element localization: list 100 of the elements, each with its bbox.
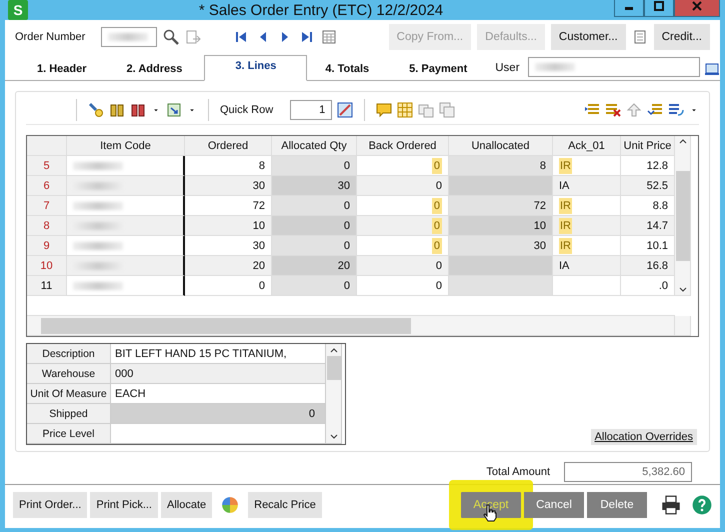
field-label: Warehouse xyxy=(27,364,111,384)
table-cell: 20 xyxy=(272,256,357,276)
scrollbar-thumb[interactable] xyxy=(676,170,690,260)
field-label: User xyxy=(495,62,520,74)
row-number: 10 xyxy=(27,256,67,276)
table-cell: 0 xyxy=(272,156,357,176)
column-header[interactable]: Ordered xyxy=(185,136,272,156)
scrollbar-thumb[interactable] xyxy=(326,356,340,380)
move-down-icon[interactable] xyxy=(647,102,663,118)
table-cell: 0 xyxy=(272,236,357,256)
column-header[interactable]: Back Ordered xyxy=(357,136,449,156)
table-cell: IR xyxy=(553,216,621,236)
field-label: Description xyxy=(27,344,111,364)
copy-icon[interactable] xyxy=(418,102,434,118)
move-up-icon[interactable] xyxy=(626,102,642,118)
action-button[interactable]: Cancel xyxy=(524,492,584,518)
field-label: Price Level xyxy=(27,424,111,444)
scrollbar-thumb[interactable] xyxy=(41,318,411,334)
app-logo: S xyxy=(8,0,28,20)
column-header[interactable]: Unallocated xyxy=(449,136,553,156)
table-cell: 30 xyxy=(185,176,272,196)
table-cell: 20 xyxy=(185,256,272,276)
scrollbar-corner xyxy=(675,316,691,336)
total-amount-field: 5,382.60 xyxy=(564,462,692,482)
column-header[interactable]: Unit Price xyxy=(621,136,675,156)
field-label: Quick Row xyxy=(220,104,274,116)
table-cell: 72 xyxy=(449,196,553,216)
table-cell: 0 xyxy=(272,216,357,236)
row-number: 5 xyxy=(27,156,67,176)
printer-icon[interactable] xyxy=(661,495,681,515)
table-cell: 0 xyxy=(357,176,449,196)
table-cell: IA xyxy=(553,256,621,276)
field-label: Order Number xyxy=(15,31,86,43)
close-button[interactable] xyxy=(674,0,720,17)
calendar-icon[interactable] xyxy=(321,29,338,45)
action-button[interactable]: Recalc Price xyxy=(248,492,322,518)
row-number: 11 xyxy=(27,276,67,296)
search-icon[interactable] xyxy=(163,29,180,45)
printer-swap-icon[interactable] xyxy=(704,61,720,77)
horizontal-scrollbar[interactable] xyxy=(27,316,675,336)
action-button[interactable]: Allocate xyxy=(160,492,212,518)
table-cell: 8 xyxy=(449,156,553,176)
allocation-overrides-button[interactable]: Allocation Overrides xyxy=(590,429,697,445)
table-cell: 14.7 xyxy=(621,216,675,236)
quick-row-field[interactable]: 1 xyxy=(290,100,332,120)
field-label: Unit Of Measure xyxy=(27,384,111,404)
grid-icon[interactable] xyxy=(397,102,414,118)
action-button[interactable]: Delete xyxy=(587,492,647,518)
field-value[interactable]: 000 xyxy=(111,364,326,384)
export-icon[interactable] xyxy=(166,102,182,118)
column-header[interactable]: Item Code xyxy=(67,136,185,156)
user-field[interactable] xyxy=(528,57,700,77)
binoculars-icon[interactable] xyxy=(109,102,125,118)
comment-icon[interactable] xyxy=(376,102,392,118)
field-label: Shipped xyxy=(27,404,111,424)
tab[interactable]: 3. Lines xyxy=(204,55,308,81)
window-title: * Sales Order Entry (ETC) 12/2/2024 xyxy=(198,2,444,18)
toolbar-button[interactable]: Credit... xyxy=(654,24,710,50)
table-cell: 10 xyxy=(449,216,553,236)
action-button[interactable]: Print Order... xyxy=(13,492,88,518)
tab[interactable]: 1. Header xyxy=(19,63,109,80)
delete-line-icon[interactable] xyxy=(605,102,621,118)
toolbar-button[interactable]: Customer... xyxy=(550,24,626,50)
tab[interactable]: 5. Payment xyxy=(391,63,490,80)
close-icon xyxy=(692,1,702,11)
table-cell: 0 xyxy=(357,256,449,276)
vertical-scrollbar[interactable] xyxy=(326,344,342,444)
help-icon[interactable] xyxy=(692,495,712,515)
table-cell: 52.5 xyxy=(621,176,675,196)
colorful-circle-icon[interactable] xyxy=(221,496,240,514)
corner-header-cell xyxy=(27,136,67,156)
document-arrow-icon[interactable] xyxy=(185,29,202,45)
table-cell: 0 xyxy=(272,196,357,216)
jump-icon[interactable] xyxy=(337,102,354,118)
column-header[interactable]: Ack_01 xyxy=(553,136,621,156)
vertical-scrollbar[interactable] xyxy=(675,136,691,296)
sort-icon[interactable] xyxy=(668,102,684,118)
maximize-button[interactable] xyxy=(644,0,674,17)
table-cell: IA xyxy=(553,176,621,196)
table-cell: 0 xyxy=(357,216,449,236)
row-number: 8 xyxy=(27,216,67,236)
table-cell: 16.8 xyxy=(621,256,675,276)
action-button[interactable]: Print Pick... xyxy=(90,492,158,518)
column-header[interactable]: Allocated Qty xyxy=(272,136,357,156)
row-number: 9 xyxy=(27,236,67,256)
minimize-button[interactable] xyxy=(614,0,644,17)
field-label: Total Amount xyxy=(486,466,550,478)
field-value[interactable] xyxy=(111,424,326,444)
binoculars-icon[interactable] xyxy=(130,102,146,118)
table-cell: 0 xyxy=(272,276,357,296)
row-number: 7 xyxy=(27,196,67,216)
copy-icon[interactable] xyxy=(439,102,456,118)
order-number-field[interactable] xyxy=(101,27,158,47)
row-number: 6 xyxy=(27,176,67,196)
flashlight-icon[interactable] xyxy=(88,102,104,118)
field-value[interactable]: 0 xyxy=(111,404,326,424)
tab[interactable]: 2. Address xyxy=(108,63,204,80)
table-cell: 30 xyxy=(449,236,553,256)
notepad-icon[interactable] xyxy=(632,29,648,45)
tab[interactable]: 4. Totals xyxy=(307,63,392,80)
